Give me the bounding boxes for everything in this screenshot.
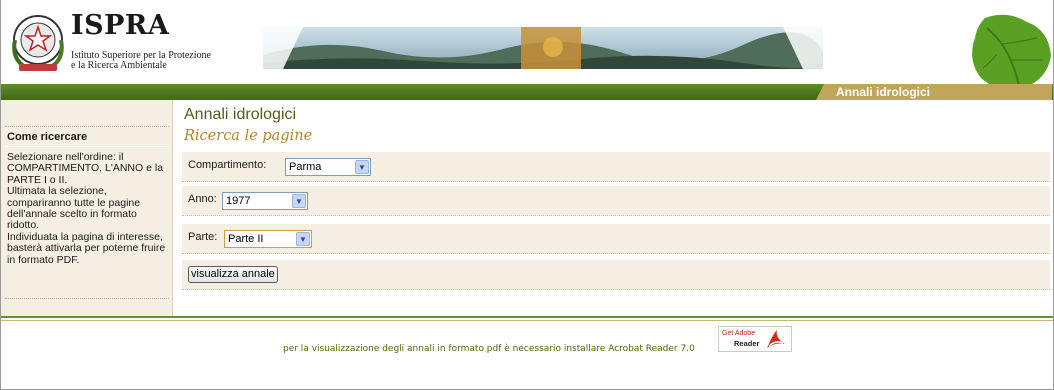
anno-row: Anno: 1977 ▼ [182, 186, 1050, 216]
italian-republic-emblem-icon [12, 15, 64, 71]
help-sidebar: Come ricercare Selezionare nell'ordine: … [1, 100, 173, 316]
section-tab-label: Annali idrologici [836, 85, 931, 99]
sidebar-instructions: Selezionare nell'ordine: il COMPARTIMENT… [7, 151, 166, 266]
compartimento-row: Compartimento: Parma ▼ [182, 152, 1050, 182]
sidebar-separator [5, 146, 169, 147]
anno-label: Anno: [188, 193, 217, 205]
chevron-down-icon[interactable]: ▼ [296, 232, 310, 246]
site-header: ISPRA Istituto Superiore per la Protezio… [1, 0, 1053, 99]
logo-subtitle-line2: e la Ricerca Ambientale [71, 60, 167, 71]
compartimento-value: Parma [289, 161, 322, 173]
sidebar-divider [5, 298, 169, 299]
page-title: Annali idrologici [184, 106, 297, 123]
footer-note: per la visualizzazione degli annali in f… [283, 344, 695, 354]
footer-divider-thin [1, 320, 1053, 321]
compartimento-select[interactable]: Parma ▼ [285, 158, 371, 176]
parte-select[interactable]: Parte II ▼ [224, 230, 312, 248]
main-content: Annali idrologici Ricerca le pagine Comp… [174, 100, 1053, 316]
reader-badge-line2: Reader [734, 339, 760, 348]
parte-label: Parte: [188, 231, 218, 243]
compartimento-label: Compartimento: [188, 159, 267, 171]
submit-row: visualizza annale [182, 260, 1050, 290]
chevron-down-icon[interactable]: ▼ [292, 194, 306, 208]
get-adobe-reader-link[interactable]: Get Adobe Reader [718, 326, 792, 352]
reader-badge-line1: Get Adobe [722, 330, 756, 337]
chevron-down-icon[interactable]: ▼ [355, 160, 369, 174]
visualizza-annale-button[interactable]: visualizza annale [188, 266, 278, 283]
logo-name: ISPRA [71, 10, 170, 41]
anno-select[interactable]: 1977 ▼ [222, 192, 308, 210]
parte-row: Parte: Parte II ▼ [182, 224, 1050, 254]
sidebar-title: Come ricercare [7, 131, 88, 143]
sidebar-divider [5, 126, 169, 127]
landscape-banner-image [263, 27, 823, 69]
footer-divider [1, 316, 1053, 318]
section-tab: Annali idrologici [816, 84, 1052, 100]
adobe-reader-icon [767, 330, 785, 348]
anno-value: 1977 [226, 195, 251, 207]
parte-value: Parte II [228, 233, 264, 245]
page-subtitle: Ricerca le pagine [184, 128, 313, 144]
